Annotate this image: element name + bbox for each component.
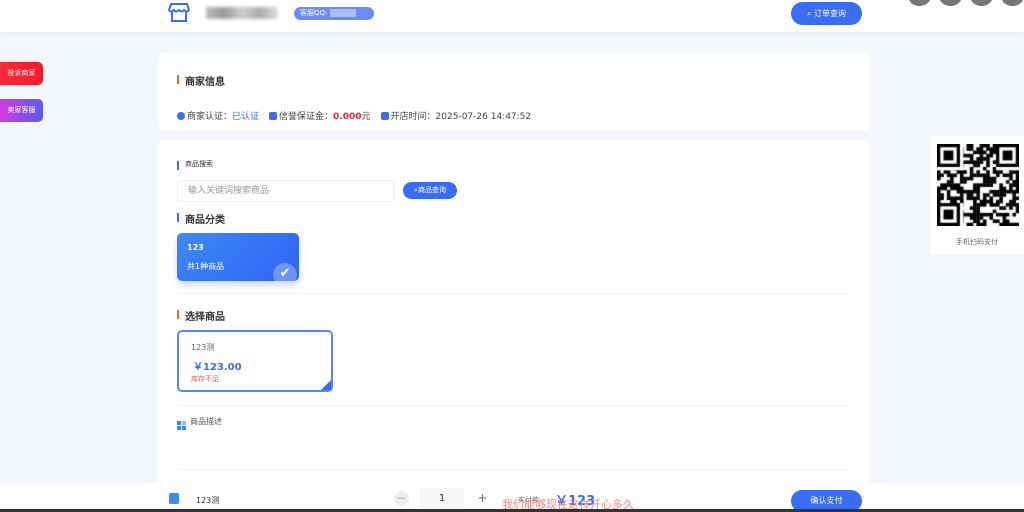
wallet-icon xyxy=(269,112,278,120)
selected-corner-icon xyxy=(321,380,331,390)
qr-pay-panel: 手机扫码支付 xyxy=(930,136,1024,254)
complain-merchant-button[interactable]: 投诉商家 xyxy=(0,62,43,85)
circle-button[interactable] xyxy=(908,0,931,6)
shop-icon xyxy=(380,112,389,120)
open-time-info: 开店时间：2025-07-26 14:47:52 xyxy=(380,109,531,122)
circle-button[interactable] xyxy=(939,0,962,6)
search-input[interactable]: 输入关键词搜索商品 xyxy=(177,180,395,202)
quantity-input[interactable]: 1 xyxy=(420,488,464,510)
product-item[interactable]: 123测 ￥123.00 库存不足 xyxy=(177,330,333,392)
qq-number-blurred xyxy=(330,9,357,17)
qr-caption: 手机扫码支付 xyxy=(956,238,998,246)
product-search-button[interactable]: ⌕商品查询 xyxy=(403,182,457,199)
top-right-buttons xyxy=(908,0,1024,6)
selected-product-name: 123测 xyxy=(196,496,220,505)
check-icon: ✔ xyxy=(273,263,297,281)
bottom-bar: 123测 − 1 + 实付款: ￥123 我们能够现在这样开心多久 确认支付 xyxy=(0,483,1024,512)
circle-button[interactable] xyxy=(1001,0,1024,6)
shop-name-blurred xyxy=(206,7,278,19)
cert-info: 商家认证：已认证 xyxy=(177,109,259,122)
circle-button[interactable] xyxy=(970,0,993,6)
product-card: 商品搜索 输入关键词搜索商品 ⌕商品查询 商品分类 123 共1种商品 ✔ 选择… xyxy=(158,140,870,490)
qr-code xyxy=(937,144,1019,226)
store-logo-icon xyxy=(168,3,190,22)
seller-service-button[interactable]: 卖家客服 xyxy=(0,99,43,122)
bag-icon xyxy=(169,493,179,504)
section-title: 商家信息 xyxy=(177,73,225,88)
qq-contact-badge[interactable]: 客服QQ: xyxy=(294,7,374,20)
grid-icon xyxy=(177,421,186,430)
decrease-button[interactable]: − xyxy=(394,491,409,506)
search-title: 商品搜索 xyxy=(177,159,213,170)
category-title: 商品分类 xyxy=(177,211,225,226)
divider xyxy=(177,293,849,294)
category-item[interactable]: 123 共1种商品 ✔ xyxy=(177,233,299,281)
merchant-info-card: 商家信息 商家认证：已认证 信誉保证金：0.000元 开店时间：2025-07-… xyxy=(158,53,870,130)
divider xyxy=(177,469,849,470)
select-product-title: 选择商品 xyxy=(177,308,225,323)
description-title: 商品描述 xyxy=(177,416,222,430)
divider xyxy=(177,405,849,406)
order-query-button[interactable]: ⌕ 订单查询 xyxy=(791,2,862,25)
verified-icon xyxy=(177,112,185,120)
increase-button[interactable]: + xyxy=(475,491,490,506)
deposit-info: 信誉保证金：0.000元 xyxy=(269,109,371,122)
top-bar: 客服QQ: ⌕ 订单查询 xyxy=(0,0,1024,32)
